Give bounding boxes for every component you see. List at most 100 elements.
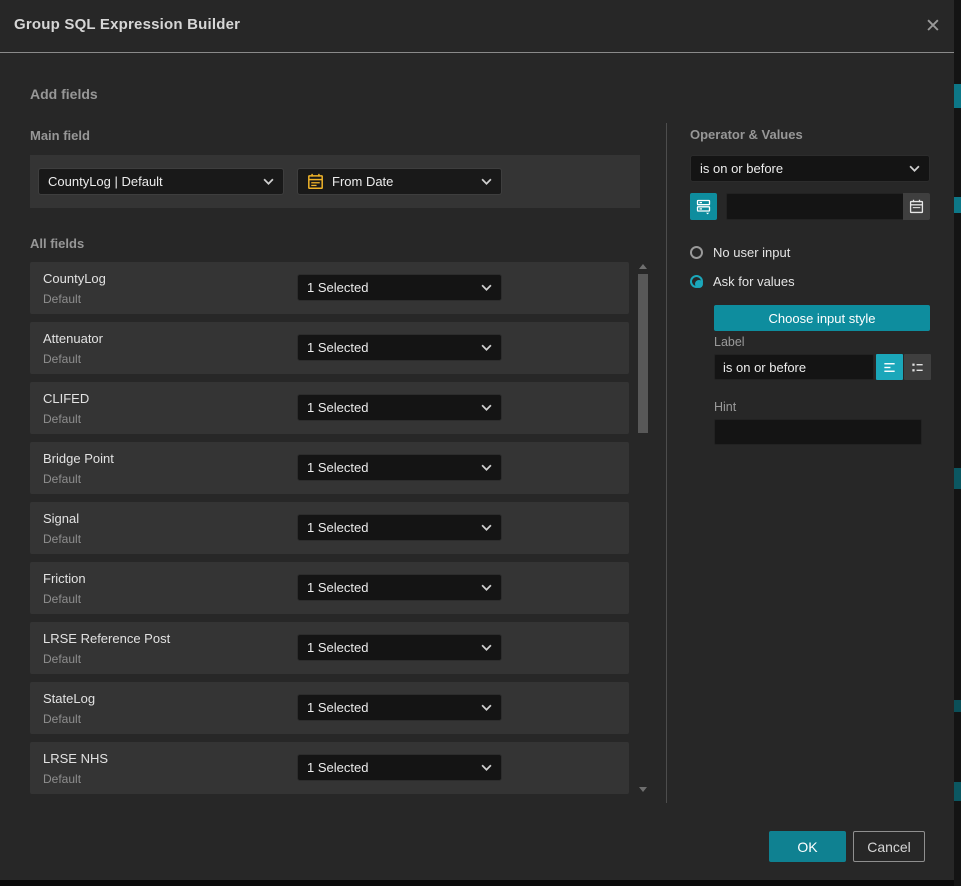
label-caption: Label: [714, 335, 745, 349]
main-field-dropdown[interactable]: From Date: [297, 168, 502, 195]
field-row: CLIFEDDefault1 Selected: [30, 382, 629, 434]
field-name: CountyLog: [43, 271, 106, 286]
field-values-dropdown-value: 1 Selected: [307, 580, 481, 595]
field-type: Default: [43, 292, 106, 306]
panel-divider: [666, 123, 667, 803]
date-value-input[interactable]: [726, 193, 930, 220]
stacked-values-icon: [695, 198, 712, 215]
field-values-dropdown-value: 1 Selected: [307, 400, 481, 415]
field-type: Default: [43, 352, 103, 366]
field-type: Default: [43, 472, 114, 486]
chevron-down-icon: [481, 344, 492, 351]
chevron-down-icon: [909, 165, 920, 172]
field-row: Signal Default 1 Selected: [30, 502, 629, 554]
chevron-down-icon: [481, 644, 492, 651]
scrollbar-down-icon[interactable]: [639, 787, 647, 792]
field-name: LRSE Reference Post: [43, 631, 170, 646]
chevron-down-icon: [481, 584, 492, 591]
dialog-title: Group SQL Expression Builder: [14, 16, 240, 33]
field-type: Default: [43, 772, 108, 786]
field-row: StateLog Default 1 Selected: [30, 682, 629, 734]
calendar-icon: [307, 173, 324, 190]
chevron-down-icon: [481, 404, 492, 411]
app-edge-strip: [954, 0, 961, 886]
field-values-dropdown[interactable]: 1 Selected: [297, 274, 502, 301]
field-values-dropdown[interactable]: 1 Selected: [297, 694, 502, 721]
field-row: LRSE NHS Default 1 Selected: [30, 742, 629, 794]
field-type: Default: [43, 592, 86, 606]
radio-icon: [690, 275, 703, 288]
field-values-dropdown[interactable]: 1 Selected: [297, 754, 502, 781]
align-left-icon: [882, 360, 897, 375]
field-values-dropdown-value: 1 Selected: [307, 340, 481, 355]
app-bottom-edge: [0, 880, 954, 886]
list-scrollbar[interactable]: [635, 262, 651, 794]
radio-ask-for-values[interactable]: Ask for values: [690, 274, 795, 289]
scrollbar-thumb[interactable]: [638, 274, 648, 433]
field-values-dropdown[interactable]: 1 Selected: [297, 574, 502, 601]
date-value-field: [726, 193, 930, 220]
single-line-style-button[interactable]: [876, 354, 903, 380]
field-type: Default: [43, 652, 170, 666]
all-fields-label: All fields: [30, 236, 84, 251]
chevron-down-icon: [481, 464, 492, 471]
field-values-dropdown[interactable]: 1 Selected: [297, 514, 502, 541]
chevron-down-icon: [481, 524, 492, 531]
close-icon[interactable]: ✕: [918, 11, 948, 41]
value-source-button[interactable]: [690, 193, 717, 220]
field-type: Default: [43, 712, 95, 726]
chevron-down-icon: [263, 178, 274, 185]
operator-values-heading: Operator & Values: [690, 127, 803, 142]
field-row: CountyLog Default 1 Selected: [30, 262, 629, 314]
hint-caption: Hint: [714, 400, 736, 414]
field-values-dropdown[interactable]: 1 Selected: [297, 334, 502, 361]
field-row: Bridge Point Default 1 Selected: [30, 442, 629, 494]
main-field-strip: CountyLog | Default From Date: [30, 155, 640, 208]
hint-input[interactable]: [714, 419, 922, 445]
field-values-dropdown[interactable]: 1 Selected: [297, 394, 502, 421]
field-values-dropdown[interactable]: 1 Selected: [297, 634, 502, 661]
scrollbar-up-icon[interactable]: [639, 264, 647, 269]
cancel-button[interactable]: Cancel: [853, 831, 925, 862]
operator-dropdown-value: is on or before: [700, 161, 909, 176]
field-values-dropdown-value: 1 Selected: [307, 460, 481, 475]
label-field-row: [714, 354, 931, 380]
field-name: Friction: [43, 571, 86, 586]
field-row: LRSE Reference Post Default 1 Selected: [30, 622, 629, 674]
field-name: Bridge Point: [43, 451, 114, 466]
chevron-down-icon: [481, 284, 492, 291]
main-field-label: Main field: [30, 128, 90, 143]
layer-dropdown[interactable]: CountyLog | Default: [38, 168, 284, 195]
all-fields-list: CountyLogDefault1 SelectedAttenuatorDefa…: [30, 262, 629, 802]
chevron-down-icon: [481, 764, 492, 771]
date-picker-button[interactable]: [903, 193, 930, 220]
radio-label: Ask for values: [713, 274, 795, 289]
field-type: Default: [43, 412, 89, 426]
add-fields-heading: Add fields: [30, 86, 98, 102]
field-name: Signal: [43, 511, 81, 526]
radio-icon: [690, 246, 703, 259]
field-values-dropdown[interactable]: 1 Selected: [297, 454, 502, 481]
dialog-titlebar: Group SQL Expression Builder ✕: [0, 0, 954, 53]
layer-dropdown-value: CountyLog | Default: [48, 174, 263, 189]
radio-no-user-input[interactable]: No user input: [690, 245, 790, 260]
field-name: LRSE NHS: [43, 751, 108, 766]
field-values-dropdown-value: 1 Selected: [307, 280, 481, 295]
calendar-icon: [909, 199, 924, 214]
list-style-button[interactable]: [904, 354, 931, 380]
field-name: StateLog: [43, 691, 95, 706]
bullet-list-icon: [910, 360, 925, 375]
operator-dropdown[interactable]: is on or before: [690, 155, 930, 182]
ok-button[interactable]: OK: [769, 831, 846, 862]
field-values-dropdown-value: 1 Selected: [307, 640, 481, 655]
field-row: AttenuatorDefault1 Selected: [30, 322, 629, 374]
choose-input-style-button[interactable]: Choose input style: [714, 305, 930, 331]
chevron-down-icon: [481, 704, 492, 711]
label-input[interactable]: [714, 354, 874, 380]
field-values-dropdown-value: 1 Selected: [307, 760, 481, 775]
field-values-dropdown-value: 1 Selected: [307, 520, 481, 535]
chevron-down-icon: [481, 178, 492, 185]
field-type: Default: [43, 532, 81, 546]
field-row: Friction Default 1 Selected: [30, 562, 629, 614]
field-values-dropdown-value: 1 Selected: [307, 700, 481, 715]
